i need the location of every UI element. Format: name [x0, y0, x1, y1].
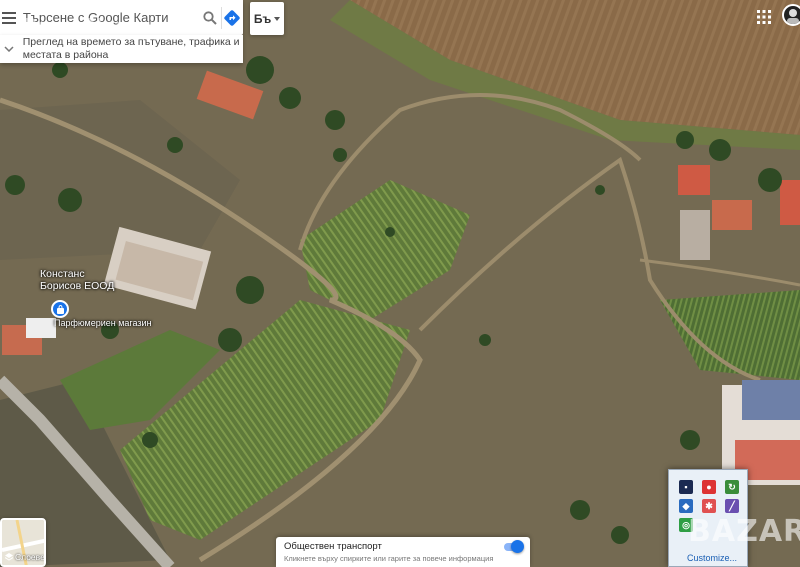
hamburger-menu-icon: [2, 11, 17, 24]
menu-button[interactable]: [0, 0, 19, 35]
language-label: Бъ: [253, 11, 272, 26]
chevron-down-icon: [0, 46, 19, 52]
shield-tray-icon[interactable]: ✱: [702, 499, 716, 513]
network-tray-icon[interactable]: ▪: [679, 480, 693, 494]
shopping-bag-icon: [56, 304, 64, 314]
layers-label-wrap: Слоеве: [5, 552, 45, 562]
antivirus-tray-icon[interactable]: ●: [702, 480, 716, 494]
dropdown-arrow-icon: [274, 16, 281, 21]
transit-toast: Обществен транспорт Кликнете върху спирк…: [276, 537, 530, 567]
user-photo-icon: [787, 9, 799, 24]
transit-title: Обществен транспорт: [284, 541, 382, 552]
account-avatar[interactable]: [782, 4, 800, 26]
search-button[interactable]: [199, 0, 221, 35]
place-pin[interactable]: [51, 300, 69, 318]
transit-subtitle: Кликнете върху спирките или гарите за по…: [284, 554, 494, 563]
update-tray-icon[interactable]: ↻: [725, 480, 739, 494]
apps-grid-icon[interactable]: [756, 9, 772, 25]
layers-icon: [5, 553, 13, 561]
system-tray-popup: ▪ ● ↻ ◆ ✱ ╱ ◎ Customize...: [668, 469, 748, 567]
tray-icon-grid: ▪ ● ↻ ◆ ✱ ╱ ◎: [669, 470, 747, 532]
magnifier-icon: [203, 10, 217, 25]
suggestion-text: Преглед на времето за пътуване, трафика …: [22, 36, 240, 61]
search-input[interactable]: [18, 10, 199, 25]
place-name-line1: Констанс: [40, 268, 85, 280]
traffic-suggestion[interactable]: Преглед на времето за пътуване, трафика …: [0, 35, 243, 63]
app-tray-icon[interactable]: ◆: [679, 499, 693, 513]
messenger-tray-icon[interactable]: ◎: [679, 518, 693, 532]
layers-button[interactable]: Слоеве: [0, 518, 46, 567]
layers-label: Слоеве: [15, 552, 45, 562]
pen-tray-icon[interactable]: ╱: [725, 499, 739, 513]
directions-button[interactable]: [221, 0, 243, 35]
search-box: [0, 0, 243, 35]
directions-icon: [224, 9, 240, 26]
place-category: Парфюмериен магазин: [54, 318, 152, 328]
customize-link[interactable]: Customize...: [687, 553, 737, 563]
place-name-line2: Борисов ЕООД: [40, 280, 115, 292]
language-dropdown[interactable]: Бъ: [250, 2, 284, 35]
transit-toggle[interactable]: [504, 540, 524, 553]
place-label[interactable]: Констанс Борисов ЕООД: [40, 268, 114, 292]
